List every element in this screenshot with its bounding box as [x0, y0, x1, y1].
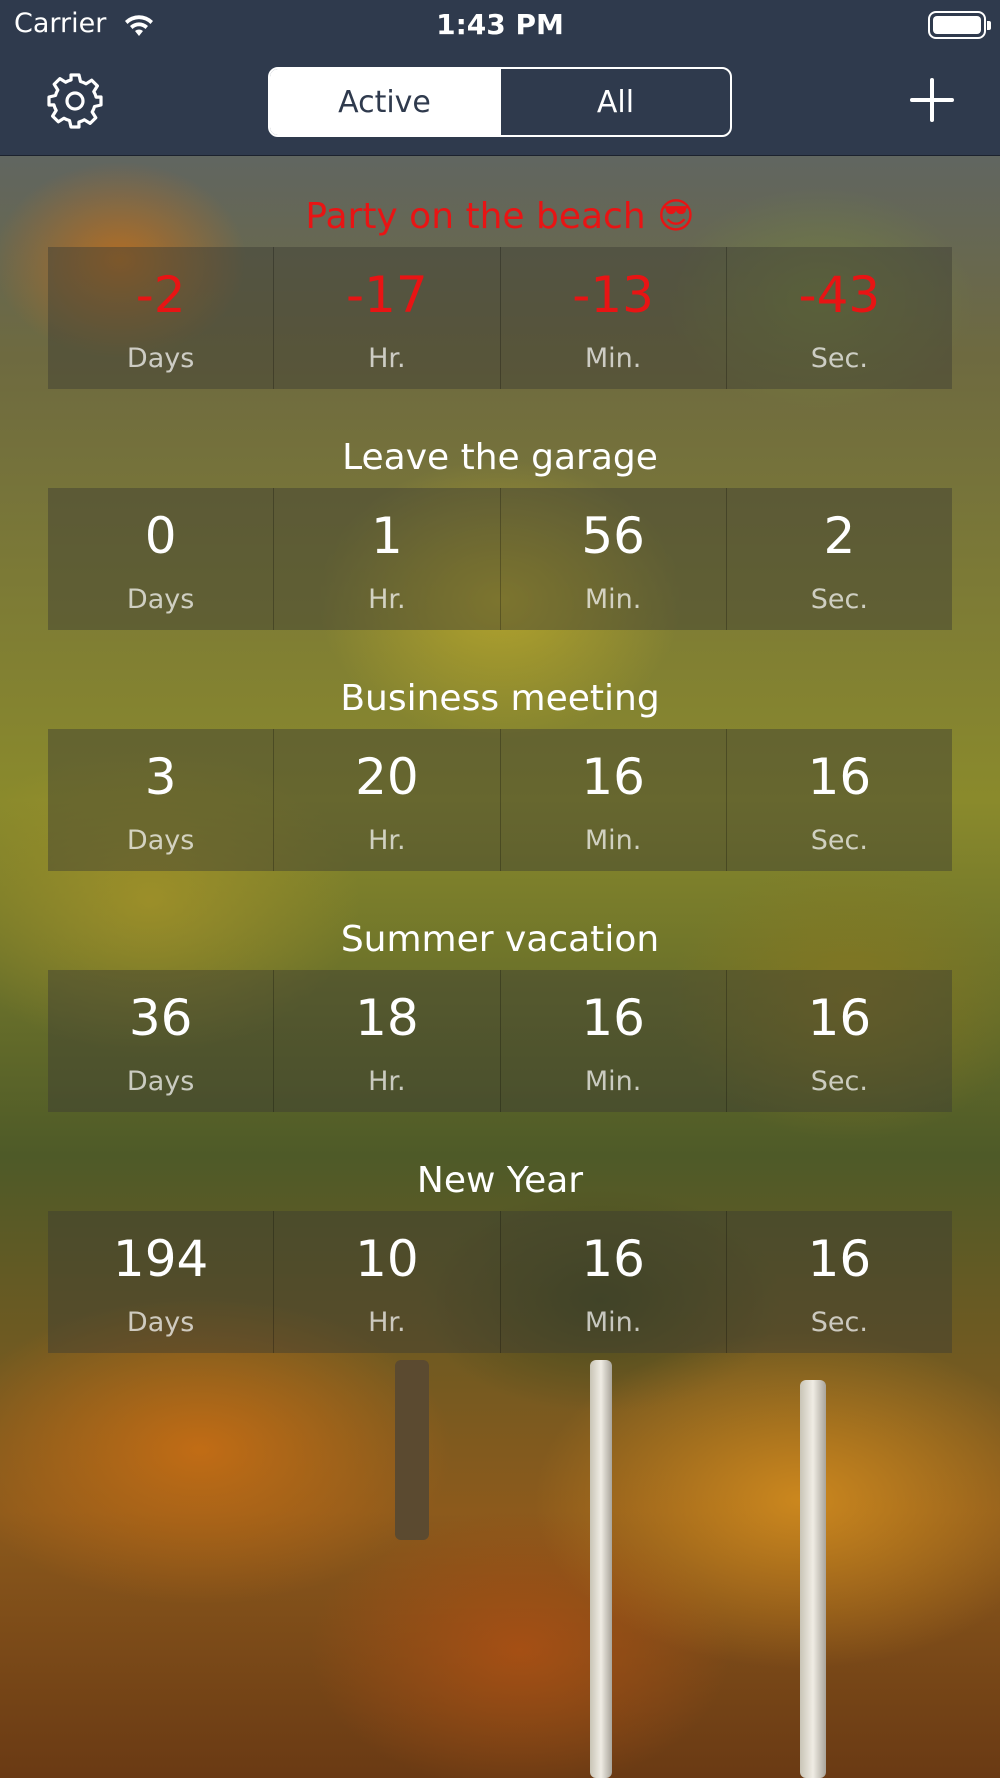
plus-icon[interactable]: [910, 78, 954, 122]
days-value: 194: [112, 1230, 209, 1288]
days-value: 36: [128, 989, 193, 1047]
days-cell: 3 Days: [48, 729, 275, 871]
minutes-value: 16: [581, 1230, 645, 1288]
minutes-value: -13: [572, 266, 654, 324]
event-row[interactable]: Business meeting 3 Days 20 Hr. 16 Min. 16 Se…: [48, 672, 952, 913]
event-row[interactable]: Party on the beach 😎 -2 Days -17 Hr. -13 Mi…: [48, 190, 952, 431]
days-label: Days: [126, 1066, 195, 1097]
seconds-label: Sec.: [810, 1066, 868, 1097]
minutes-label: Min.: [584, 825, 642, 856]
minutes-label: Min.: [584, 343, 642, 374]
seconds-label: Sec.: [810, 825, 868, 856]
hours-value: 20: [355, 748, 419, 806]
hours-cell: -17 Hr.: [274, 247, 501, 389]
hours-cell: 20 Hr.: [274, 729, 501, 871]
seconds-label: Sec.: [810, 1307, 868, 1338]
hours-value: 10: [355, 1230, 419, 1288]
seconds-cell: 16 Sec.: [726, 1211, 952, 1353]
status-time: 1:43 PM: [436, 8, 564, 41]
event-title: Leave the garage: [342, 437, 658, 478]
segment-all[interactable]: All: [499, 69, 730, 135]
days-value: -2: [135, 266, 186, 324]
minutes-cell: 56 Min.: [500, 488, 727, 630]
days-label: Days: [126, 1307, 195, 1338]
hours-label: Hr.: [368, 584, 406, 615]
hours-label: Hr.: [368, 343, 406, 374]
minutes-value: 56: [581, 507, 645, 565]
minutes-label: Min.: [584, 584, 642, 615]
hours-cell: 10 Hr.: [274, 1211, 501, 1353]
battery-icon: [928, 11, 991, 39]
countdown-cells: -2 Days -17 Hr. -13 Min. -43 Sec.: [48, 247, 952, 389]
status-bar: Carrier 1:43 PM: [0, 0, 1000, 50]
hours-label: Hr.: [368, 825, 406, 856]
seconds-value: 2: [823, 507, 856, 565]
days-value: 3: [144, 748, 177, 806]
seconds-cell: 2 Sec.: [726, 488, 952, 630]
event-row[interactable]: Leave the garage 0 Days 1 Hr. 56 Min. 2 Sec.: [48, 431, 952, 672]
days-cell: 36 Days: [48, 970, 275, 1112]
seconds-cell: 16 Sec.: [726, 729, 952, 871]
hours-label: Hr.: [368, 1307, 406, 1338]
days-cell: 194 Days: [48, 1211, 275, 1353]
minutes-value: 16: [581, 748, 645, 806]
days-value: 0: [144, 507, 177, 565]
minutes-label: Min.: [584, 1307, 642, 1338]
event-title: New Year: [416, 1160, 584, 1201]
countdown-cells: 36 Days 18 Hr. 16 Min. 16 Sec.: [48, 970, 952, 1112]
seconds-value: 16: [807, 989, 872, 1047]
days-label: Days: [126, 584, 195, 615]
hours-value: -17: [346, 266, 428, 324]
hours-cell: 18 Hr.: [274, 970, 501, 1112]
event-title: Party on the beach 😎: [305, 196, 695, 237]
event-title: Business meeting: [340, 678, 660, 719]
countdown-cells: 0 Days 1 Hr. 56 Min. 2 Sec.: [48, 488, 952, 630]
days-cell: -2 Days: [48, 247, 275, 389]
days-label: Days: [126, 343, 195, 374]
minutes-cell: 16 Min.: [500, 729, 727, 871]
hours-label: Hr.: [368, 1066, 406, 1097]
minutes-label: Min.: [584, 1066, 642, 1097]
hours-value: 18: [355, 989, 419, 1047]
countdown-cells: 3 Days 20 Hr. 16 Min. 16 Sec.: [48, 729, 952, 871]
seconds-cell: 16 Sec.: [726, 970, 952, 1112]
event-title: Summer vacation: [340, 919, 660, 960]
event-list: Party on the beach 😎 -2 Days -17 Hr. -13 Mi…: [48, 190, 952, 1395]
navigation-bar: Active All: [0, 50, 1000, 156]
countdown-cells: 194 Days 10 Hr. 16 Min. 16 Sec.: [48, 1211, 952, 1353]
seconds-label: Sec.: [810, 584, 868, 615]
seconds-label: Sec.: [810, 343, 868, 374]
days-label: Days: [126, 825, 195, 856]
filter-segmented-control[interactable]: Active All: [268, 67, 732, 137]
minutes-cell: 16 Min.: [500, 1211, 727, 1353]
days-cell: 0 Days: [48, 488, 275, 630]
segment-active[interactable]: Active: [270, 69, 499, 135]
seconds-value: 16: [807, 748, 872, 806]
hours-value: 1: [370, 507, 403, 565]
hours-cell: 1 Hr.: [274, 488, 501, 630]
event-row[interactable]: Summer vacation 36 Days 18 Hr. 16 Min. 16 Se…: [48, 913, 952, 1154]
seconds-value: 16: [807, 1230, 872, 1288]
minutes-value: 16: [581, 989, 645, 1047]
minutes-cell: -13 Min.: [500, 247, 727, 389]
seconds-value: -43: [798, 266, 881, 324]
seconds-cell: -43 Sec.: [726, 247, 952, 389]
minutes-cell: 16 Min.: [500, 970, 727, 1112]
gear-icon[interactable]: [46, 72, 104, 130]
event-row[interactable]: New Year 194 Days 10 Hr. 16 Min. 16 Sec.: [48, 1154, 952, 1395]
